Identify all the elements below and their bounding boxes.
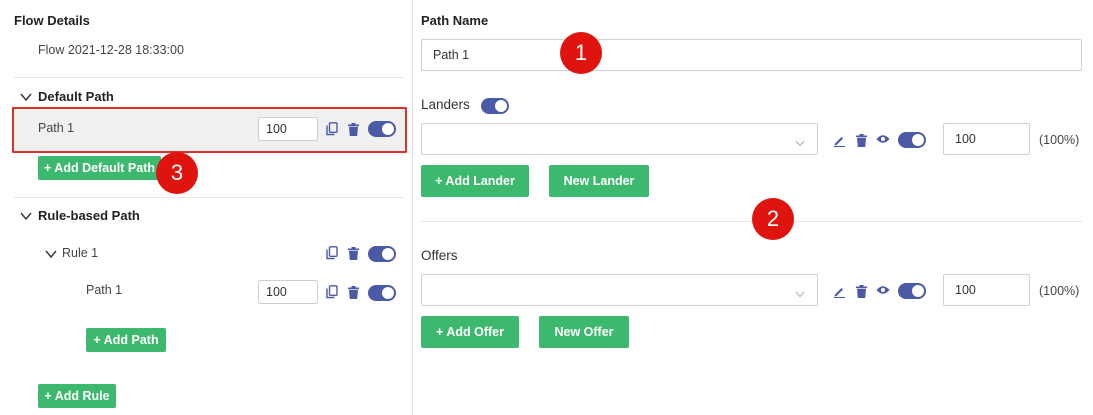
offers-label: Offers xyxy=(421,248,458,263)
offer-select[interactable] xyxy=(421,274,818,306)
eye-icon[interactable] xyxy=(876,132,890,146)
copy-icon[interactable] xyxy=(325,246,339,260)
add-lander-button[interactable]: + Add Lander xyxy=(421,165,529,197)
rule-enable-toggle[interactable] xyxy=(368,246,396,262)
offer-percent: (100%) xyxy=(1039,284,1080,298)
landers-enable-toggle[interactable] xyxy=(481,98,509,114)
chevron-down-icon xyxy=(20,92,32,102)
lander-enable-toggle[interactable] xyxy=(898,132,926,148)
rule-path-weight-input[interactable] xyxy=(258,280,318,304)
offer-weight-input[interactable] xyxy=(943,274,1030,306)
divider xyxy=(14,77,404,78)
default-path-toggle[interactable] xyxy=(20,90,32,105)
edit-icon[interactable] xyxy=(832,133,846,147)
annotation-badge-2: 2 xyxy=(752,198,794,240)
offer-enable-toggle[interactable] xyxy=(898,283,926,299)
rule-name: Rule 1 xyxy=(62,246,99,260)
lander-weight-input[interactable] xyxy=(943,123,1030,155)
rule-path-enable-toggle[interactable] xyxy=(368,285,396,301)
trash-icon[interactable] xyxy=(346,285,360,299)
flow-sidebar: Flow Details Flow 2021-12-28 18:33:00 De… xyxy=(0,0,412,415)
path-name-input[interactable] xyxy=(421,39,1082,71)
trash-icon[interactable] xyxy=(854,284,868,298)
path-name-label: Path Name xyxy=(421,13,489,28)
eye-icon[interactable] xyxy=(876,283,890,297)
rule-path-name: Path 1 xyxy=(86,283,123,297)
annotation-badge-1: 1 xyxy=(560,32,602,74)
lander-select[interactable] xyxy=(421,123,818,155)
trash-icon[interactable] xyxy=(346,246,360,260)
caret-down-icon xyxy=(795,286,805,301)
new-lander-button[interactable]: New Lander xyxy=(549,165,649,197)
edit-icon[interactable] xyxy=(832,284,846,298)
caret-down-icon xyxy=(795,135,805,150)
copy-icon[interactable] xyxy=(325,285,339,299)
landers-label: Landers xyxy=(421,97,470,112)
annotation-highlight-box xyxy=(12,107,407,153)
chevron-down-icon xyxy=(20,211,32,221)
new-offer-button[interactable]: New Offer xyxy=(539,316,629,348)
flow-details-title: Flow Details xyxy=(14,13,90,28)
rule-based-path-toggle[interactable] xyxy=(20,209,32,224)
add-default-path-button[interactable]: + Add Default Path xyxy=(38,156,161,180)
add-path-button[interactable]: + Add Path xyxy=(86,328,166,352)
rule-based-path-title: Rule-based Path xyxy=(38,208,140,223)
trash-icon[interactable] xyxy=(854,133,868,147)
flow-name: Flow 2021-12-28 18:33:00 xyxy=(38,43,184,57)
add-rule-button[interactable]: + Add Rule xyxy=(38,384,116,408)
divider xyxy=(14,197,404,198)
annotation-badge-3: 3 xyxy=(156,152,198,194)
default-path-title: Default Path xyxy=(38,89,114,104)
rule-toggle[interactable] xyxy=(45,247,57,262)
panel-divider xyxy=(412,0,413,415)
chevron-down-icon xyxy=(45,249,57,259)
add-offer-button[interactable]: + Add Offer xyxy=(421,316,519,348)
lander-percent: (100%) xyxy=(1039,133,1080,147)
